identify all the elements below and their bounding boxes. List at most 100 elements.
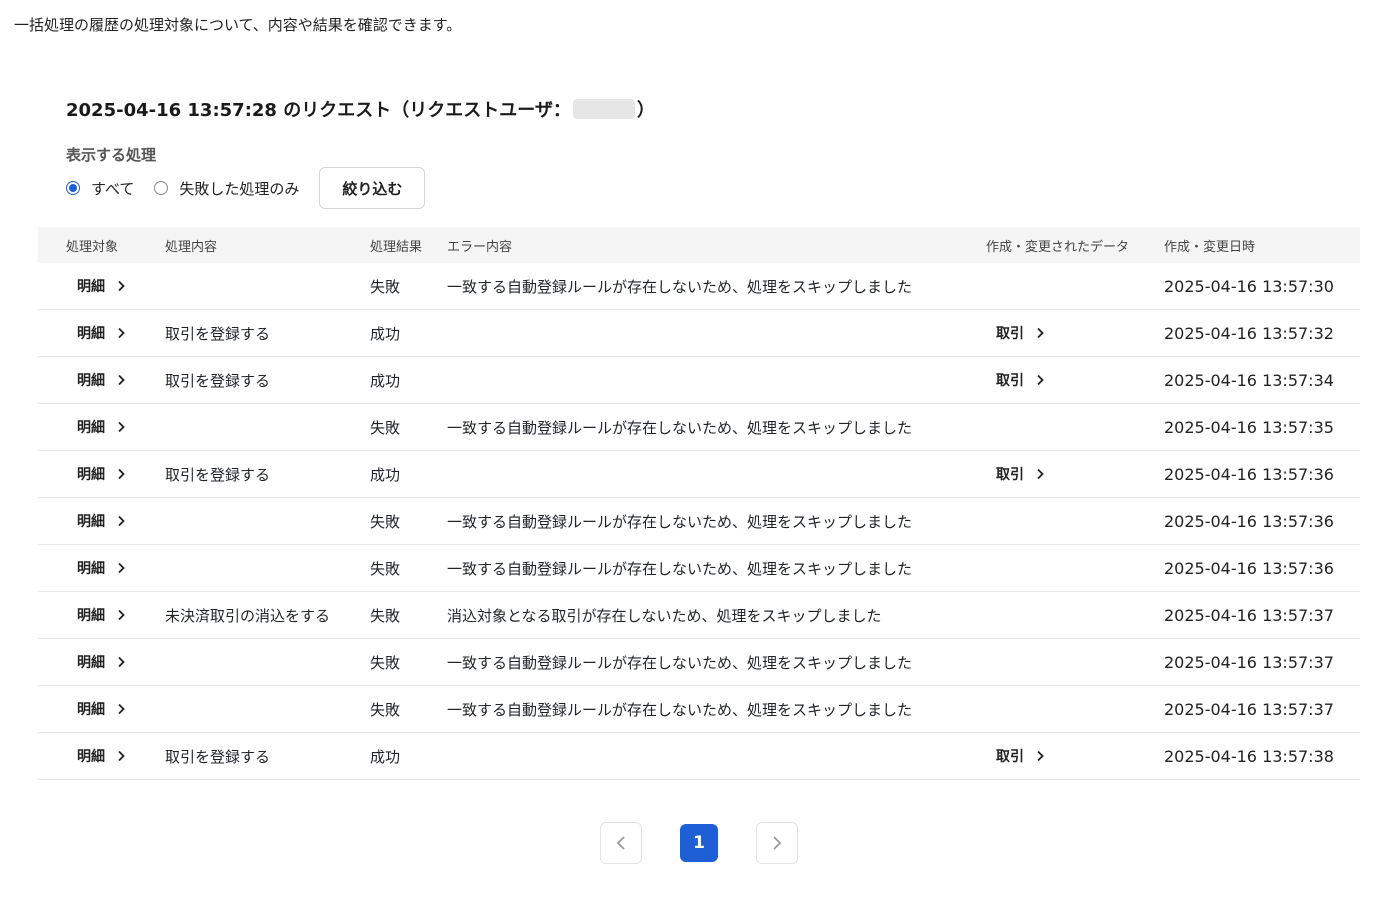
- detail-link-label: 明細: [77, 467, 105, 483]
- detail-link[interactable]: 明細: [66, 417, 127, 437]
- radio-all-indicator[interactable]: [66, 181, 80, 195]
- cell-datetime: 2025-04-16 13:57:37: [1164, 699, 1334, 719]
- cell-datetime: 2025-04-16 13:57:36: [1164, 511, 1334, 531]
- cell-result: 失敗: [370, 559, 401, 578]
- radio-failed-only-indicator[interactable]: [154, 181, 169, 195]
- table-row: 明細 取引を登録する 成功 取引 2025-04-16 13:57:34: [38, 357, 1360, 404]
- page-description: 一括処理の履歴の処理対象について、内容や結果を確認できます。: [14, 16, 462, 34]
- chevron-right-icon: [118, 515, 125, 527]
- radio-failed-only-label: 失敗した処理のみ: [179, 179, 300, 198]
- chevron-right-icon: [1037, 468, 1044, 480]
- cell-content: 未決済取引の消込をする: [165, 606, 331, 625]
- table-body: 明細 失敗 一致する自動登録ルールが存在しないため、処理をスキップしました 2025-…: [38, 263, 1360, 780]
- cell-created-data: [986, 545, 1164, 591]
- cell-datetime: 2025-04-16 13:57:37: [1164, 605, 1334, 625]
- cell-content: 取引を登録する: [165, 324, 271, 343]
- cell-target: 明細: [38, 686, 165, 732]
- header-datetime: 作成・変更日時: [1164, 239, 1256, 255]
- table-row: 明細 失敗 一致する自動登録ルールが存在しないため、処理をスキップしました 2025-…: [38, 263, 1360, 310]
- chevron-right-icon: [118, 421, 125, 433]
- cell-content: 取引を登録する: [165, 747, 271, 766]
- cell-created-data: 取引: [986, 451, 1164, 497]
- detail-link[interactable]: 明細: [66, 558, 127, 578]
- cell-target: 明細: [38, 310, 165, 356]
- cell-datetime: 2025-04-16 13:57:35: [1164, 417, 1334, 437]
- chevron-right-icon: [118, 562, 125, 574]
- header-content: 処理内容: [165, 239, 218, 255]
- chevron-right-icon: [118, 703, 125, 715]
- cell-created-data: [986, 404, 1164, 450]
- created-data-link[interactable]: 取引: [986, 370, 1046, 390]
- chevron-right-icon: [1037, 750, 1044, 762]
- pagination: 1: [0, 822, 1400, 864]
- detail-link[interactable]: 明細: [66, 464, 127, 484]
- detail-link[interactable]: 明細: [66, 370, 127, 390]
- header-result: 処理結果: [370, 239, 423, 255]
- created-data-label: 取引: [996, 467, 1024, 483]
- cell-content: 取引を登録する: [165, 371, 271, 390]
- cell-result: 失敗: [370, 700, 401, 719]
- table-row: 明細 取引を登録する 成功 取引 2025-04-16 13:57:32: [38, 310, 1360, 357]
- detail-link-label: 明細: [77, 608, 105, 624]
- chevron-right-icon: [1037, 327, 1044, 339]
- filter-apply-button[interactable]: 絞り込む: [319, 167, 426, 209]
- page-button-current[interactable]: 1: [680, 824, 718, 862]
- detail-link[interactable]: 明細: [66, 746, 127, 766]
- created-data-link[interactable]: 取引: [986, 746, 1046, 766]
- cell-content: [165, 686, 370, 732]
- created-data-link[interactable]: 取引: [986, 464, 1046, 484]
- prev-page-button[interactable]: [600, 822, 642, 864]
- cell-created-data: [986, 639, 1164, 685]
- request-title-suffix: ）: [636, 100, 655, 121]
- chevron-right-icon: [773, 836, 782, 850]
- cell-result: 成功: [370, 465, 401, 484]
- chevron-right-icon: [118, 609, 125, 621]
- radio-failed-only[interactable]: 失敗した処理のみ: [154, 178, 299, 199]
- cell-datetime: 2025-04-16 13:57:34: [1164, 370, 1334, 390]
- detail-link[interactable]: 明細: [66, 276, 127, 296]
- created-data-link[interactable]: 取引: [986, 323, 1046, 343]
- next-page-button[interactable]: [756, 822, 798, 864]
- created-data-label: 取引: [996, 749, 1024, 765]
- detail-link[interactable]: 明細: [66, 652, 127, 672]
- cell-created-data: 取引: [986, 357, 1164, 403]
- cell-error: 一致する自動登録ルールが存在しないため、処理をスキップしました: [447, 418, 913, 437]
- cell-error: [447, 357, 986, 403]
- chevron-right-icon: [118, 656, 125, 668]
- cell-datetime: 2025-04-16 13:57:36: [1164, 558, 1334, 578]
- cell-error: [447, 310, 986, 356]
- cell-content: [165, 263, 370, 309]
- table-row: 明細 取引を登録する 成功 取引 2025-04-16 13:57:38: [38, 733, 1360, 780]
- cell-content: 取引を登録する: [165, 465, 271, 484]
- created-data-label: 取引: [996, 326, 1024, 342]
- cell-result: 成功: [370, 371, 401, 390]
- filter-row: すべて 失敗した処理のみ 絞り込む: [66, 167, 426, 209]
- detail-link[interactable]: 明細: [66, 605, 127, 625]
- radio-all[interactable]: すべて: [66, 178, 134, 199]
- cell-datetime: 2025-04-16 13:57:36: [1164, 464, 1334, 484]
- radio-all-label: すべて: [91, 179, 135, 198]
- detail-link-label: 明細: [77, 514, 105, 530]
- chevron-right-icon: [118, 468, 125, 480]
- cell-target: 明細: [38, 592, 165, 638]
- cell-created-data: [986, 592, 1164, 638]
- cell-datetime: 2025-04-16 13:57:38: [1164, 746, 1334, 766]
- cell-target: 明細: [38, 498, 165, 544]
- chevron-right-icon: [118, 750, 125, 762]
- table-header: 処理対象 処理内容 処理結果 エラー内容 作成・変更されたデータ 作成・変更日時: [38, 227, 1360, 263]
- cell-created-data: [986, 498, 1164, 544]
- cell-datetime: 2025-04-16 13:57:32: [1164, 323, 1334, 343]
- detail-link[interactable]: 明細: [66, 323, 127, 343]
- cell-result: 成功: [370, 747, 401, 766]
- results-table: 処理対象 処理内容 処理結果 エラー内容 作成・変更されたデータ 作成・変更日時…: [38, 227, 1360, 780]
- masked-user-name: [572, 99, 635, 119]
- header-data: 作成・変更されたデータ: [986, 239, 1130, 255]
- detail-link-label: 明細: [77, 749, 105, 765]
- cell-error: 消込対象となる取引が存在しないため、処理をスキップしました: [447, 606, 882, 625]
- cell-error: [447, 733, 986, 779]
- detail-link[interactable]: 明細: [66, 511, 127, 531]
- table-row: 明細 失敗 一致する自動登録ルールが存在しないため、処理をスキップしました 2025-…: [38, 545, 1360, 592]
- detail-link-label: 明細: [77, 373, 105, 389]
- cell-error: 一致する自動登録ルールが存在しないため、処理をスキップしました: [447, 559, 913, 578]
- detail-link[interactable]: 明細: [66, 699, 127, 719]
